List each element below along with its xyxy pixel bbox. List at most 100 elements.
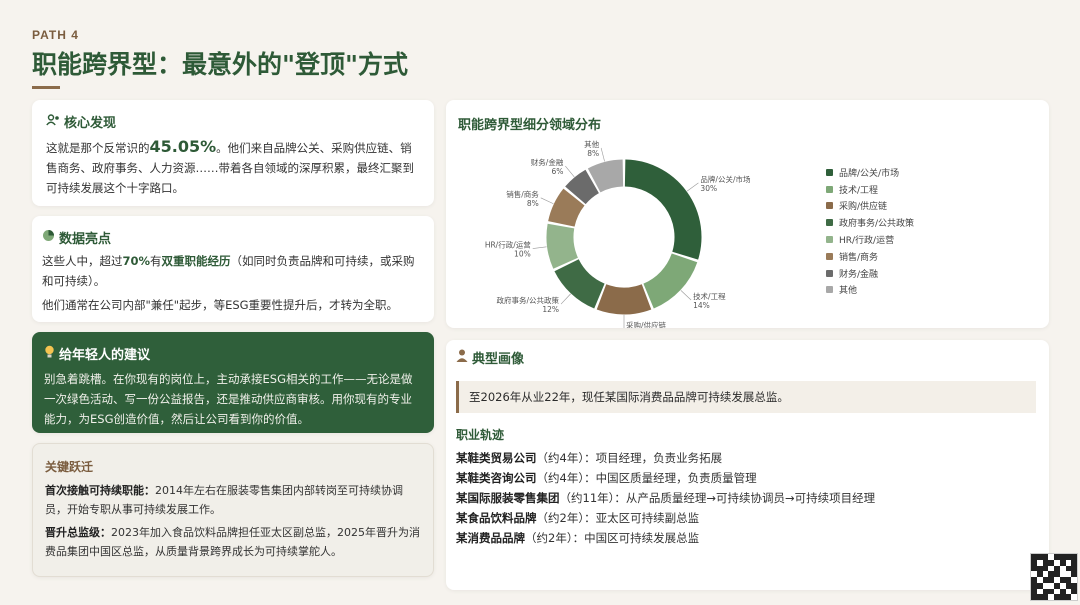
legend-label: 采购/供应链 (839, 202, 888, 213)
slice-value-label: 10% (514, 250, 531, 259)
legend-swatch (826, 219, 833, 227)
slice-category-label: 技术/工程 (693, 291, 726, 301)
slice-category-label: 政府事务/公共政策 (496, 295, 559, 305)
donut-slice (554, 258, 606, 309)
profile-label: 典型画像 (472, 352, 525, 367)
core-finding-label: 核心发现 (64, 116, 117, 131)
person-icon (456, 349, 468, 366)
donut-slice (565, 169, 600, 205)
career-role: ：中国区可持续发展总监 (572, 531, 700, 545)
legend-item: 技术/工程 (826, 181, 914, 198)
key-jumps-card: 关键跃迁 首次接触可持续职能：2014年左右在服装零售集团内部转岗至可持续协调员… (32, 443, 434, 577)
slice-value-label: 14% (693, 301, 710, 310)
slice-value-label: 30% (700, 184, 717, 193)
legend-label: 其他 (839, 286, 858, 297)
p1-strong: 双重职能经历 (161, 254, 231, 268)
label-leader-line (686, 182, 699, 192)
advice-title: 给年轻人的建议 (44, 344, 422, 363)
profile-title: 典型画像 (456, 348, 1039, 367)
label-leader-line (560, 293, 571, 305)
legend-item: 财务/金融 (826, 265, 914, 282)
p1-mid: 有 (150, 254, 162, 268)
legend-item: 政府事务/公共政策 (826, 214, 914, 231)
label-leader-line (600, 147, 605, 162)
legend-item: 其他 (826, 282, 914, 299)
career-role: ：中国区质量经理，负责质量管理 (584, 471, 757, 485)
legend-swatch (826, 168, 833, 176)
data-highlights-title: 数据亮点 (42, 228, 424, 247)
career-company: 某鞋类贸易公司 (456, 451, 537, 465)
donut-chart: 品牌/公关/市场30%技术/工程14%采购/供应链12%政府事务/公共政策12%… (485, 139, 751, 328)
legend-swatch (826, 185, 833, 193)
career-role: ：从产品质量经理→可持续协调员→可持续项目经理 (614, 491, 876, 505)
career-item: 某消费品品牌（约2年）：中国区可持续发展总监 (456, 528, 1039, 548)
jump-item-2: 晋升总监级：2023年加入食品饮料品牌担任亚太区副总监，2025年晋升为消费品集… (45, 523, 421, 561)
donut-slice (587, 159, 624, 193)
legend-item: HR/行政/运营 (826, 231, 914, 248)
donut-slice (624, 159, 702, 260)
legend-label: 政府事务/公共政策 (839, 219, 915, 230)
jump-item-1: 首次接触可持续职能：2014年左右在服装零售集团内部转岗至可持续协调员，开始专职… (45, 481, 421, 519)
legend-label: 品牌/公关/市场 (839, 168, 900, 179)
page-title: 职能跨界型：最意外的"登顶"方式 (32, 50, 409, 79)
advice-card: 给年轻人的建议 别急着跳槽。在你现有的岗位上，主动承接ESG相关的工作——无论是… (32, 332, 434, 433)
core-finding-text: 这就是那个反常识的45.05%。他们来自品牌公关、采购供应链、销售商务、政府事务… (46, 137, 420, 198)
p1-before: 这些人中，超过 (42, 254, 123, 268)
career-company: 某鞋类咨询公司 (456, 471, 537, 485)
legend-swatch (826, 286, 833, 294)
legend-swatch (826, 269, 833, 277)
legend-item: 采购/供应链 (826, 198, 914, 215)
career-list: 某鞋类贸易公司（约4年）：项目经理，负责业务拓展 某鞋类咨询公司（约4年）：中国… (456, 448, 1039, 548)
career-years: （约2年） (525, 531, 573, 545)
core-finding-title: 核心发现 (46, 112, 420, 131)
legend-label: 技术/工程 (839, 185, 879, 196)
label-leader-line (680, 290, 692, 301)
data-highlights-label: 数据亮点 (59, 232, 112, 247)
profile-card: 典型画像 至2026年从业22年，现任某国际消费品品牌可持续发展总监。 职业轨迹… (446, 340, 1049, 590)
slice-category-label: 其他 (584, 139, 599, 149)
legend-label: 财务/金融 (839, 269, 879, 280)
donut-slice (596, 284, 652, 315)
career-years: （约11年） (559, 491, 615, 505)
data-highlights-p2: 他们通常在公司内部"兼任"起步，等ESG重要性提升后，才转为全职。 (42, 298, 399, 312)
career-role: ：项目经理，负责业务拓展 (584, 451, 723, 465)
data-highlights-card: 数据亮点 这些人中，超过70%有双重职能经历（如同时负责品牌和可持续，或采购和可… (32, 216, 434, 322)
label-leader-line (532, 246, 547, 249)
jump-item-2-label: 晋升总监级： (45, 526, 111, 539)
chart-legend: 品牌/公关/市场 技术/工程采购/供应链政府事务/公共政策 HR/行政/运营销售/商… (826, 164, 914, 298)
qr-code-icon (1030, 553, 1078, 601)
slice-category-label: 品牌/公关/市场 (700, 174, 751, 184)
legend-item: 品牌/公关/市场 (826, 164, 914, 181)
slice-value-label: 12% (542, 305, 559, 314)
slice-category-label: 采购/供应链 (626, 320, 667, 328)
pie-chart-icon (42, 229, 55, 246)
donut-slice (548, 188, 585, 228)
slice-value-label: 6% (551, 167, 563, 176)
slice-value-label: 8% (587, 149, 599, 158)
legend-label: 销售/商务 (839, 252, 879, 263)
career-company: 某国际服装零售集团 (456, 491, 560, 505)
legend-item: 销售/商务 (826, 248, 914, 265)
core-finding-card: 核心发现 这就是那个反常识的45.05%。他们来自品牌公关、采购供应链、销售商务… (32, 100, 434, 206)
career-years: （约4年） (536, 471, 585, 485)
p1-percent: 70% (122, 254, 151, 268)
advice-label: 给年轻人的建议 (59, 348, 151, 363)
career-years: （约4年） (536, 451, 585, 465)
label-leader-line (565, 165, 575, 178)
data-highlights-p1: 这些人中，超过70%有双重职能经历（如同时负责品牌和可持续，或采购和可持续）。 (42, 251, 424, 291)
career-title: 职业轨迹 (456, 428, 505, 442)
core-text-before: 这就是那个反常识的 (46, 141, 150, 155)
career-company: 某食品饮料品牌 (456, 511, 537, 525)
slice-category-label: 财务/金融 (531, 157, 564, 167)
jump-item-1-label: 首次接触可持续职能： (45, 484, 155, 497)
legend-swatch (826, 252, 833, 260)
career-company: 某消费品品牌 (456, 531, 525, 545)
slice-category-label: HR/行政/运营 (485, 240, 531, 250)
career-role: ：亚太区可持续副总监 (584, 511, 700, 525)
profile-quote: 至2026年从业22年，现任某国际消费品品牌可持续发展总监。 (456, 381, 1036, 413)
career-years: （约2年） (536, 511, 585, 525)
career-item: 某食品饮料品牌（约2年）：亚太区可持续副总监 (456, 508, 1039, 528)
chart-card: 职能跨界型细分领域分布 品牌/公关/市场30%技术/工程14%采购/供应链12%… (446, 100, 1049, 328)
title-underline (32, 86, 60, 89)
career-item: 某鞋类咨询公司（约4年）：中国区质量经理，负责质量管理 (456, 468, 1039, 488)
